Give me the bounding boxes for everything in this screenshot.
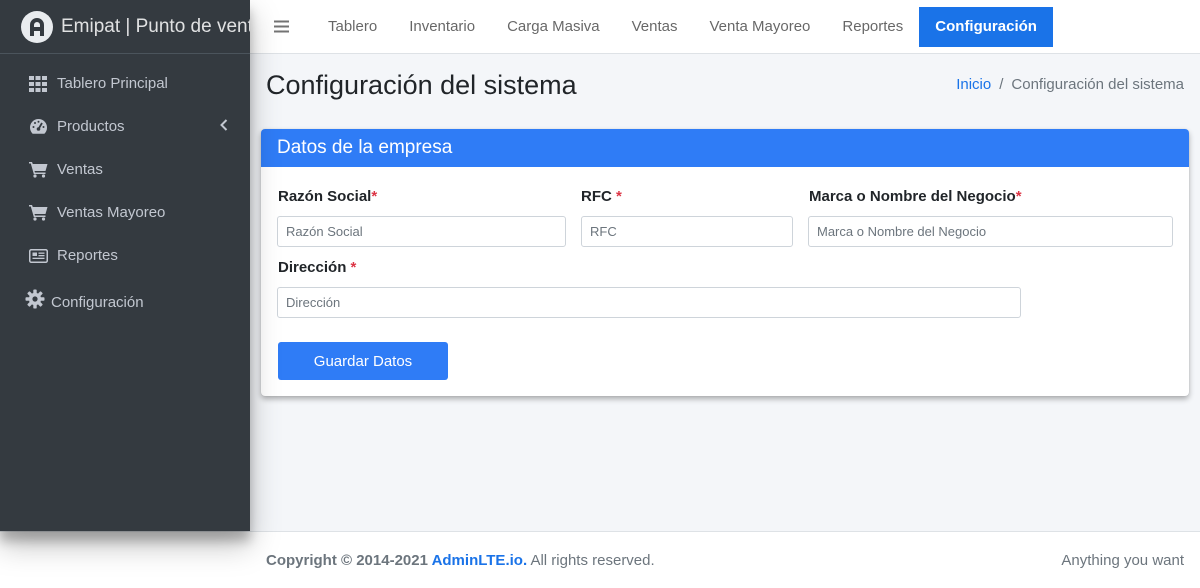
footer-right-text: Anything you want xyxy=(1061,552,1184,569)
breadcrumb-separator: / xyxy=(999,76,1004,93)
hamburger-icon[interactable] xyxy=(250,0,312,54)
direccion-label: Dirección * xyxy=(278,259,357,276)
sidebar-item-tablero-principal[interactable]: Tablero Principal xyxy=(0,62,250,105)
breadcrumb: Inicio / Configuración del sistema xyxy=(956,76,1184,93)
breadcrumb-current: Configuración del sistema xyxy=(1011,76,1184,93)
topnav-link-venta-mayoreo[interactable]: Venta Mayoreo xyxy=(694,7,827,47)
sidebar-item-configuracion[interactable]: Configuración xyxy=(0,277,250,327)
topnav-link-inventario[interactable]: Inventario xyxy=(393,7,491,47)
newspaper-icon xyxy=(28,246,48,266)
rfc-input[interactable] xyxy=(581,216,793,247)
sidebar-item-label: Reportes xyxy=(57,247,118,264)
footer: Copyright © 2014-2021 AdminLTE.io. All r… xyxy=(0,531,1200,588)
gear-icon xyxy=(25,289,45,309)
sidebar-item-label: Productos xyxy=(57,118,125,135)
brand-name: Emipat | Punto de venta xyxy=(61,15,250,37)
marca-input[interactable] xyxy=(808,216,1173,247)
breadcrumb-home-link[interactable]: Inicio xyxy=(956,76,991,93)
brand-link[interactable]: Emipat | Punto de venta xyxy=(0,0,250,54)
sidebar: Emipat | Punto de venta Tablero Principa… xyxy=(0,0,250,531)
direccion-input[interactable] xyxy=(277,287,1021,318)
required-mark: * xyxy=(350,259,357,276)
topnav-link-tablero[interactable]: Tablero xyxy=(312,7,393,47)
topnav-link-configuracion[interactable]: Configuración xyxy=(919,6,1053,47)
sidebar-nav: Tablero Principal Productos Ventas Venta… xyxy=(0,54,250,327)
company-data-card: Datos de la empresa Razón Social* RFC * … xyxy=(261,129,1189,396)
grid-icon xyxy=(28,74,48,94)
card-title: Datos de la empresa xyxy=(277,137,453,158)
marca-label: Marca o Nombre del Negocio* xyxy=(809,188,1022,205)
cart-icon xyxy=(28,203,48,223)
topnav-link-reportes[interactable]: Reportes xyxy=(826,7,919,47)
topnav-link-ventas[interactable]: Ventas xyxy=(616,7,694,47)
footer-adminlte-link[interactable]: AdminLTE.io. xyxy=(432,552,528,569)
required-mark: * xyxy=(1015,188,1022,205)
cart-icon xyxy=(28,160,48,180)
chevron-left-icon xyxy=(220,118,228,135)
footer-copyright: Copyright © 2014-2021 AdminLTE.io. All r… xyxy=(266,552,655,569)
required-mark: * xyxy=(371,188,378,205)
top-navbar: Tablero Inventario Carga Masiva Ventas V… xyxy=(250,0,1200,54)
sidebar-item-label: Ventas Mayoreo xyxy=(57,204,166,221)
dashboard-gauge-icon xyxy=(28,117,48,137)
sidebar-item-ventas[interactable]: Ventas xyxy=(0,148,250,191)
sidebar-item-ventas-mayoreo[interactable]: Ventas Mayoreo xyxy=(0,191,250,234)
razon-social-input[interactable] xyxy=(277,216,566,247)
razon-social-label: Razón Social* xyxy=(278,188,378,205)
save-button[interactable]: Guardar Datos xyxy=(278,342,448,380)
rfc-label: RFC * xyxy=(581,188,622,205)
letter-a-icon xyxy=(21,10,53,43)
card-header: Datos de la empresa xyxy=(261,129,1189,167)
sidebar-item-label: Tablero Principal xyxy=(57,75,168,92)
sidebar-item-label: Ventas xyxy=(57,161,103,178)
required-mark: * xyxy=(616,188,622,205)
topnav-link-carga-masiva[interactable]: Carga Masiva xyxy=(491,7,616,47)
sidebar-item-label: Configuración xyxy=(51,293,144,311)
sidebar-item-reportes[interactable]: Reportes xyxy=(0,234,250,277)
page-title: Configuración del sistema xyxy=(266,70,577,100)
sidebar-item-productos[interactable]: Productos xyxy=(0,105,250,148)
